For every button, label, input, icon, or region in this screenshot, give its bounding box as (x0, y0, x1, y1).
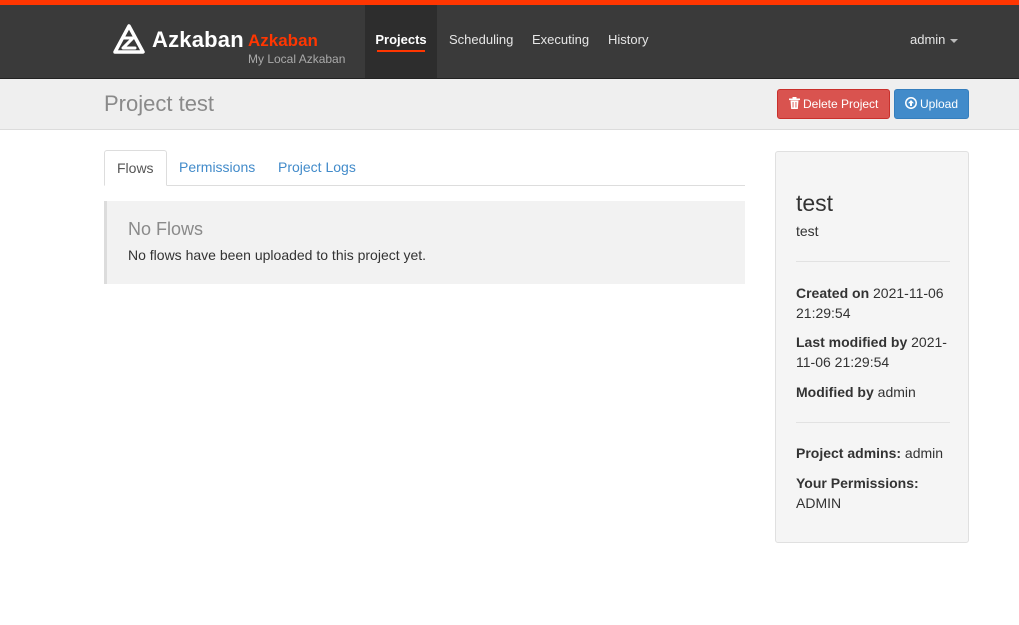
page-header: Project test Delete Project Upload (0, 79, 1019, 130)
project-admins-label: Project admins: (796, 445, 902, 461)
delete-project-label: Delete Project (803, 97, 879, 111)
created-on-row: Created on 2021-11-06 21:29:54 (796, 283, 952, 323)
nav-scheduling[interactable]: Scheduling (449, 5, 513, 78)
no-flows-message: No flows have been uploaded to this proj… (128, 247, 427, 263)
created-on-label: Created on (796, 285, 870, 301)
user-menu[interactable]: admin (910, 5, 959, 78)
your-permissions-label: Your Permissions: (796, 475, 919, 491)
last-modified-row: Last modified by 2021-11-06 21:29:54 (796, 332, 952, 372)
active-nav-indicator (377, 50, 425, 52)
your-permissions-row: Your Permissions: ADMIN (796, 473, 952, 513)
project-description: test (796, 223, 819, 239)
modified-by-row: Modified by admin (796, 382, 952, 402)
environment-name: Azkaban (248, 31, 318, 50)
tab-flows[interactable]: Flows (104, 150, 167, 186)
project-admins-row: Project admins: admin (796, 443, 952, 463)
tab-permissions[interactable]: Permissions (179, 150, 255, 186)
nav-executing[interactable]: Executing (532, 5, 589, 78)
environment-subtitle: My Local Azkaban (248, 52, 346, 66)
upload-circle-icon (905, 90, 917, 118)
tab-project-logs[interactable]: Project Logs (278, 150, 356, 186)
azkaban-logo-icon (113, 24, 145, 54)
modified-by-value: admin (877, 384, 916, 400)
project-admins-value: admin (904, 445, 944, 461)
top-navbar: Azkaban Azkaban My Local Azkaban Project… (0, 5, 1019, 79)
divider (796, 422, 950, 423)
delete-project-button[interactable]: Delete Project (777, 89, 890, 119)
page-title: Project test (104, 91, 215, 116)
project-info-card: test test Created on 2021-11-06 21:29:54… (775, 151, 969, 543)
last-modified-label: Last modified by (796, 334, 908, 350)
your-permissions-value: ADMIN (796, 495, 842, 511)
nav-history[interactable]: History (608, 5, 648, 78)
no-flows-title: No Flows (128, 219, 204, 239)
project-name: test (796, 190, 834, 216)
project-tabs: Flows Permissions Project Logs (104, 150, 745, 186)
trash-icon (788, 90, 800, 118)
user-name: admin (910, 32, 946, 47)
nav-projects[interactable]: Projects (365, 5, 437, 78)
caret-down-icon (950, 38, 959, 43)
divider (796, 261, 950, 262)
brand-name: Azkaban (152, 27, 244, 52)
modified-by-label: Modified by (796, 384, 874, 400)
no-flows-panel: No Flows No flows have been uploaded to … (104, 201, 745, 284)
upload-button[interactable]: Upload (894, 89, 969, 119)
upload-label: Upload (920, 97, 959, 111)
nav-projects-label: Projects (375, 32, 427, 47)
